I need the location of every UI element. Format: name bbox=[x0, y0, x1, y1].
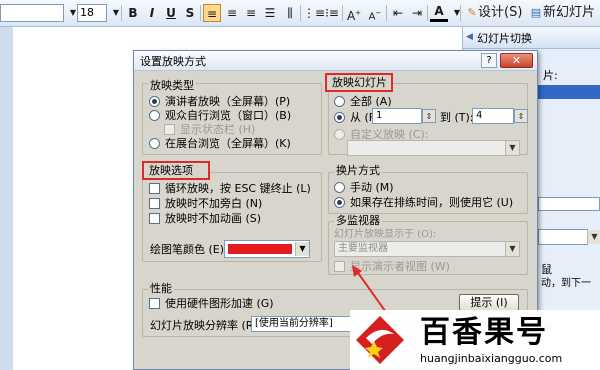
radio-custom[interactable] bbox=[334, 129, 345, 140]
tips-button[interactable]: 提示 (I) bbox=[459, 294, 519, 311]
shadow-button[interactable]: S bbox=[181, 4, 199, 22]
help-icon[interactable]: ? bbox=[481, 53, 497, 68]
radio-kiosk-label: 在展台浏览（全屏幕）(K) bbox=[165, 137, 291, 150]
from-input[interactable]: 1 bbox=[372, 108, 422, 124]
align-center-icon[interactable]: ≡ bbox=[223, 4, 241, 22]
radio-timings-label: 如果存在排练时间，则使用它 (U) bbox=[350, 196, 514, 209]
radio-kiosk[interactable] bbox=[149, 138, 160, 149]
show-type-title: 放映类型 bbox=[148, 79, 196, 92]
checkbox-no-animation[interactable] bbox=[149, 213, 160, 224]
left-ruler bbox=[0, 27, 13, 370]
task-pane-field[interactable] bbox=[538, 197, 600, 211]
checkbox-loop-label: 循环放映，按 ESC 键终止 (L) bbox=[165, 182, 311, 195]
show-slides-title: 放映幻灯片 bbox=[332, 76, 387, 89]
brand-url: huangjinbaixiangguo.com bbox=[420, 352, 563, 365]
pen-color-label: 绘图笔颜色 (E): bbox=[150, 243, 228, 256]
toolbar-separator bbox=[342, 5, 343, 21]
checkbox-no-animation-label: 放映时不加动画 (S) bbox=[165, 212, 262, 225]
pen-color-swatch bbox=[228, 244, 292, 254]
dialog-titlebar[interactable]: 设置放映方式 ? ✕ bbox=[134, 51, 537, 71]
increase-font-icon[interactable]: A+ bbox=[345, 4, 363, 23]
task-pane-list-selected[interactable] bbox=[538, 85, 600, 99]
to-label: 到 (T): bbox=[440, 111, 474, 124]
chevron-down-icon[interactable]: ▼ bbox=[295, 242, 309, 256]
toolbar-separator bbox=[200, 5, 201, 21]
from-spinner-icon[interactable]: ⇕ bbox=[422, 109, 436, 123]
checkbox-hw-accel[interactable] bbox=[149, 298, 160, 309]
display-on-dropdown[interactable]: 主要监视器 bbox=[334, 241, 520, 257]
numbered-list-icon[interactable]: ⋮≡ bbox=[303, 4, 325, 22]
task-pane-title: 幻灯片切换 bbox=[477, 32, 532, 45]
to-input[interactable]: 4 bbox=[472, 108, 514, 124]
back-icon[interactable]: ◀ bbox=[466, 32, 473, 42]
radio-speaker[interactable] bbox=[149, 96, 160, 107]
font-name-field[interactable] bbox=[0, 4, 64, 22]
brand-logo-icon bbox=[356, 316, 404, 364]
radio-all[interactable] bbox=[334, 96, 345, 107]
vertical-text-icon[interactable]: ⫼ bbox=[281, 4, 299, 22]
bold-button[interactable]: B bbox=[124, 4, 142, 22]
toolbar-separator bbox=[427, 5, 428, 21]
bullet-list-icon[interactable]: ⁝≡ bbox=[323, 4, 341, 22]
show-options-title: 放映选项 bbox=[149, 164, 193, 177]
toolbar-separator bbox=[460, 5, 461, 21]
brand-name: 百香果号 bbox=[420, 315, 548, 350]
design-button[interactable]: 设计(S) bbox=[478, 4, 522, 22]
font-color-icon[interactable]: A bbox=[430, 4, 448, 22]
toolbar-separator bbox=[300, 5, 301, 21]
align-right-icon[interactable]: ≡ bbox=[242, 4, 260, 22]
chevron-down-icon[interactable]: ▼ bbox=[505, 141, 519, 155]
italic-button[interactable]: I bbox=[143, 4, 161, 22]
checkbox-statusbar[interactable] bbox=[164, 124, 175, 135]
radio-all-label: 全部 (A) bbox=[350, 95, 392, 108]
checkbox-no-narration-label: 放映时不加旁白 (N) bbox=[165, 197, 263, 210]
radio-window-label: 观众自行浏览（窗口）(B) bbox=[165, 109, 292, 122]
font-size-dropdown-icon[interactable]: ▼ bbox=[107, 4, 125, 22]
display-on-label: 幻灯片放映显示于 (O): bbox=[334, 229, 437, 240]
task-pane-text: 动，到下一 bbox=[541, 278, 591, 289]
font-size-field[interactable]: 18 bbox=[77, 4, 107, 22]
checkbox-hw-accel-label: 使用硬件图形加速 (G) bbox=[165, 297, 274, 310]
checkbox-statusbar-label: 显示状态栏 (H) bbox=[180, 123, 256, 136]
toolbar-separator bbox=[121, 5, 122, 21]
radio-manual-label: 手动 (M) bbox=[350, 181, 394, 194]
task-pane-dropdown[interactable] bbox=[538, 229, 588, 245]
underline-button[interactable]: U bbox=[162, 4, 180, 22]
align-left-icon[interactable]: ≡ bbox=[203, 4, 221, 22]
brand-watermark: 百香果号 huangjinbaixiangguo.com bbox=[350, 310, 600, 370]
decrease-font-icon[interactable]: A− bbox=[366, 4, 384, 22]
monitors-title: 多监视器 bbox=[334, 214, 382, 227]
radio-from[interactable] bbox=[334, 112, 345, 123]
toolbar-separator bbox=[386, 5, 387, 21]
custom-show-dropdown[interactable] bbox=[347, 140, 520, 156]
task-pane-text: 片: bbox=[543, 69, 558, 82]
advance-title: 换片方式 bbox=[334, 164, 382, 177]
close-icon[interactable]: ✕ bbox=[500, 53, 533, 68]
justify-icon[interactable]: ☰ bbox=[261, 4, 279, 22]
task-pane-text: 鼠 bbox=[541, 263, 552, 276]
performance-title: 性能 bbox=[148, 282, 174, 295]
to-spinner-icon[interactable]: ⇕ bbox=[514, 109, 528, 123]
radio-speaker-label: 演讲者放映（全屏幕）(P) bbox=[165, 95, 291, 108]
resolution-label: 幻灯片放映分辨率 (R): bbox=[150, 319, 262, 332]
increase-indent-icon[interactable]: ⇥ bbox=[408, 4, 426, 22]
dialog-title: 设置放映方式 bbox=[140, 55, 206, 68]
pen-color-picker[interactable]: ▼ bbox=[224, 240, 310, 258]
formatting-toolbar: ▼ 18 ▼ B I U S ≡ ≡ ≡ ☰ ⫼ ⋮≡ ⁝≡ A+ A− ⇤ ⇥… bbox=[0, 0, 600, 27]
radio-manual[interactable] bbox=[334, 182, 345, 193]
radio-window[interactable] bbox=[149, 110, 160, 121]
radio-timings[interactable] bbox=[334, 197, 345, 208]
chevron-down-icon[interactable]: ▼ bbox=[505, 242, 519, 256]
new-slide-button[interactable]: 新幻灯片 bbox=[543, 4, 595, 22]
decrease-indent-icon[interactable]: ⇤ bbox=[389, 4, 407, 22]
chevron-down-icon[interactable]: ▼ bbox=[587, 230, 600, 244]
checkbox-loop[interactable] bbox=[149, 183, 160, 194]
checkbox-no-narration[interactable] bbox=[149, 198, 160, 209]
